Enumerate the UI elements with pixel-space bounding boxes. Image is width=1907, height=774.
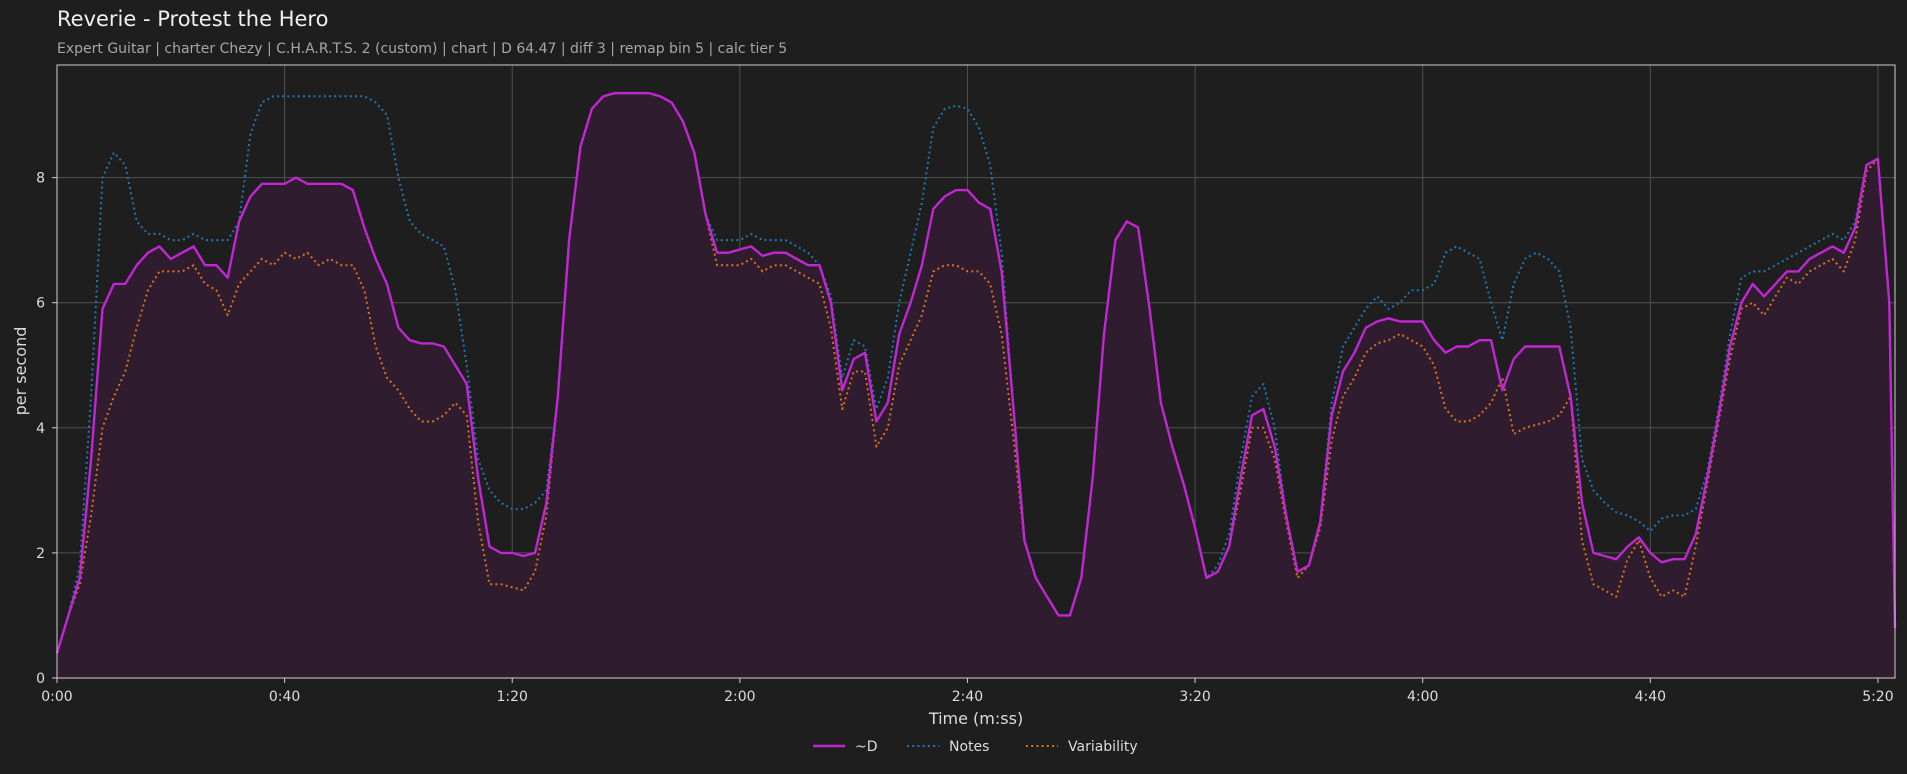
- x-tick-label: 1:20: [497, 689, 528, 705]
- y-axis-label: per second: [11, 327, 30, 416]
- y-ticks: 0 2 4 6 8: [36, 171, 57, 687]
- x-tick-label: 2:40: [952, 689, 983, 705]
- legend-label: Notes: [949, 739, 989, 755]
- legend-label: Variability: [1068, 739, 1138, 755]
- y-tick-label: 0: [36, 671, 45, 687]
- x-axis-label: Time (m:ss): [928, 709, 1023, 728]
- x-tick-label: 5:20: [1862, 689, 1893, 705]
- x-tick-label: 0:00: [41, 689, 72, 705]
- x-ticks: 0:00 0:40 1:20 2:00 2:40 3:20 4:00 4:40 5:20: [41, 678, 1894, 705]
- d-area-fill: [57, 93, 1895, 679]
- x-tick-label: 3:20: [1179, 689, 1210, 705]
- x-tick-label: 2:00: [724, 689, 755, 705]
- y-tick-label: 2: [36, 546, 45, 562]
- y-tick-label: 8: [36, 171, 45, 187]
- x-tick-label: 4:40: [1635, 689, 1666, 705]
- x-tick-label: 4:00: [1407, 689, 1438, 705]
- x-tick-label: 0:40: [269, 689, 300, 705]
- legend-label: ~D: [855, 739, 878, 755]
- y-tick-label: 6: [36, 296, 45, 312]
- y-tick-label: 4: [36, 421, 45, 437]
- d-series-area: [57, 93, 1895, 679]
- line-chart: 0:00 0:40 1:20 2:00 2:40 3:20 4:00 4:40 5:20 0 2 4…: [11, 64, 1897, 755]
- legend: ~D Notes Variability: [813, 739, 1138, 755]
